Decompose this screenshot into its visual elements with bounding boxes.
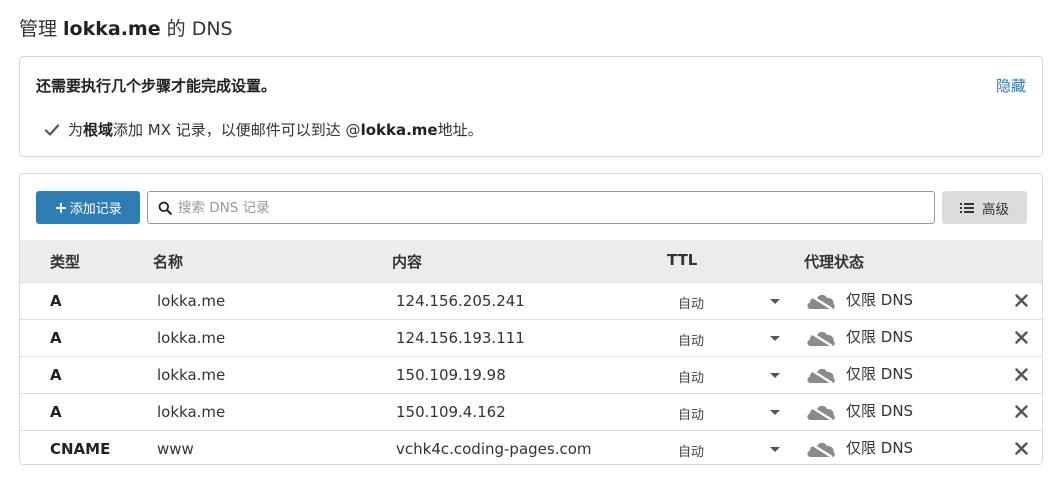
search-box[interactable] xyxy=(147,191,935,224)
setup-task-domain: lokka.me xyxy=(360,120,438,139)
caret-down-icon[interactable] xyxy=(769,330,781,348)
close-icon[interactable] xyxy=(1015,330,1028,348)
record-type: A xyxy=(50,366,62,384)
caret-down-icon[interactable] xyxy=(769,367,781,385)
table-row[interactable]: A lokka.me 124.156.193.111 自动 仅限 DNS xyxy=(20,319,1042,356)
record-ttl[interactable]: 自动 xyxy=(678,330,704,349)
setup-task-prefix: 为 xyxy=(68,121,84,139)
record-name: lokka.me xyxy=(157,329,226,347)
header-content[interactable]: 内容 xyxy=(392,251,422,272)
record-name: lokka.me xyxy=(157,292,226,310)
table-row[interactable]: A lokka.me 150.109.19.98 自动 仅限 DNS xyxy=(20,356,1042,393)
setup-task-middle: 添加 MX 记录，以便邮件可以到达 @ xyxy=(113,121,361,139)
close-icon[interactable] xyxy=(1015,441,1028,459)
close-icon[interactable] xyxy=(1015,404,1028,422)
hide-link[interactable]: 隐藏 xyxy=(996,75,1026,96)
record-type: A xyxy=(50,329,62,347)
setup-task-suffix: 地址。 xyxy=(437,121,483,139)
page-title-suffix: 的 DNS xyxy=(160,18,233,40)
record-content: 124.156.205.241 xyxy=(396,292,525,310)
header-proxy[interactable]: 代理状态 xyxy=(804,251,864,272)
advanced-button[interactable]: 高级 xyxy=(942,191,1027,224)
caret-down-icon[interactable] xyxy=(769,441,781,459)
record-content: 150.109.19.98 xyxy=(396,366,506,384)
cloud-icon xyxy=(807,440,835,458)
setup-card: 还需要执行几个步骤才能完成设置。 隐藏 为 根域 添加 MX 记录，以便邮件可以… xyxy=(19,56,1043,157)
header-type[interactable]: 类型 xyxy=(50,251,80,272)
proxy-status[interactable]: 仅限 DNS xyxy=(806,289,913,310)
proxy-label: 仅限 DNS xyxy=(846,439,914,457)
add-record-label: 添加记录 xyxy=(69,202,122,217)
setup-task: 为 根域 添加 MX 记录，以便邮件可以到达 @ lokka.me 地址。 xyxy=(44,119,483,140)
cloud-icon xyxy=(807,366,835,384)
record-type: A xyxy=(50,292,62,310)
table-header: 类型 名称 内容 TTL 代理状态 xyxy=(20,240,1042,282)
record-name: www xyxy=(157,440,194,458)
cloud-icon xyxy=(807,329,835,347)
record-ttl[interactable]: 自动 xyxy=(678,293,704,312)
proxy-status[interactable]: 仅限 DNS xyxy=(806,326,913,347)
proxy-label: 仅限 DNS xyxy=(846,402,914,420)
dns-records-card: +添加记录 高级 类型 名称 内容 TTL 代理状态 A lokka.me 12… xyxy=(19,173,1043,465)
page-title-domain: lokka.me xyxy=(63,18,161,40)
record-ttl[interactable]: 自动 xyxy=(678,367,704,386)
record-content: vchk4c.coding-pages.com xyxy=(396,440,592,458)
record-type: CNAME xyxy=(50,440,111,458)
proxy-label: 仅限 DNS xyxy=(846,365,914,383)
page-title: 管理 lokka.me 的 DNS xyxy=(19,14,233,41)
proxy-label: 仅限 DNS xyxy=(846,291,914,309)
advanced-label: 高级 xyxy=(982,201,1009,218)
list-icon xyxy=(960,202,974,213)
setup-task-root: 根域 xyxy=(83,121,114,139)
proxy-status[interactable]: 仅限 DNS xyxy=(806,437,913,458)
proxy-label: 仅限 DNS xyxy=(846,328,914,346)
search-input[interactable] xyxy=(178,199,878,216)
table-row[interactable]: A lokka.me 124.156.205.241 自动 仅限 DNS xyxy=(20,282,1042,319)
check-icon xyxy=(44,123,60,136)
record-ttl[interactable]: 自动 xyxy=(678,441,704,460)
plus-icon: + xyxy=(54,197,68,217)
header-ttl[interactable]: TTL xyxy=(667,251,697,269)
add-record-button[interactable]: + 添加记录 xyxy=(36,191,140,224)
close-icon[interactable] xyxy=(1015,293,1028,311)
close-icon[interactable] xyxy=(1015,367,1028,385)
caret-down-icon[interactable] xyxy=(769,404,781,422)
cloud-icon xyxy=(807,292,835,310)
page-title-prefix: 管理 xyxy=(19,18,64,40)
search-icon xyxy=(158,201,172,215)
record-content: 150.109.4.162 xyxy=(396,403,506,421)
setup-title: 还需要执行几个步骤才能完成设置。 xyxy=(36,77,277,95)
proxy-status[interactable]: 仅限 DNS xyxy=(806,363,913,384)
record-name: lokka.me xyxy=(157,366,226,384)
record-ttl[interactable]: 自动 xyxy=(678,404,704,423)
caret-down-icon[interactable] xyxy=(769,293,781,311)
proxy-status[interactable]: 仅限 DNS xyxy=(806,400,913,421)
table-row[interactable]: A lokka.me 150.109.4.162 自动 仅限 DNS xyxy=(20,393,1042,430)
table-row[interactable]: CNAME www vchk4c.coding-pages.com 自动 仅限 … xyxy=(20,430,1042,464)
record-type: A xyxy=(50,403,62,421)
record-content: 124.156.193.111 xyxy=(396,329,525,347)
record-name: lokka.me xyxy=(157,403,226,421)
cloud-icon xyxy=(807,403,835,421)
header-name[interactable]: 名称 xyxy=(153,251,183,272)
